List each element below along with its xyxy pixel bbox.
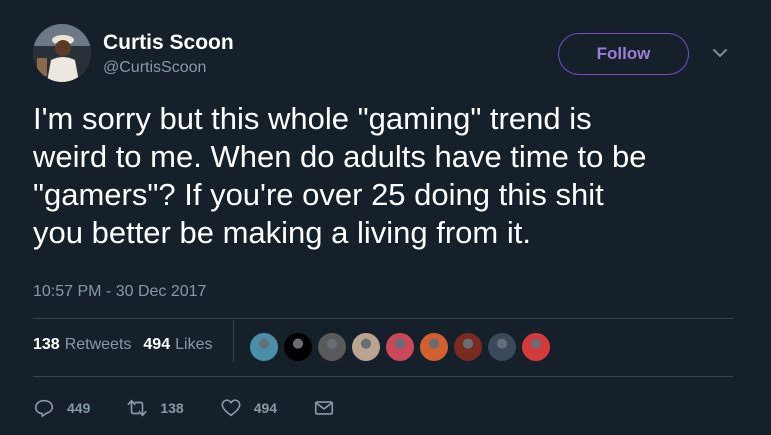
liker-avatar[interactable] xyxy=(419,332,449,362)
reply-icon xyxy=(34,399,54,418)
likes-count: 494 xyxy=(143,336,171,353)
display-name[interactable]: Curtis Scoon xyxy=(103,30,234,56)
tweet-header: Curtis Scoon @CurtisScoon Follow xyxy=(33,24,739,88)
tweet-stats: 138 Retweets 494 Likes xyxy=(33,330,224,360)
liker-avatar[interactable] xyxy=(351,332,381,362)
divider-top xyxy=(33,318,733,319)
liker-avatar[interactable] xyxy=(317,332,347,362)
likes-label: Likes xyxy=(175,336,213,353)
divider-bottom xyxy=(33,376,733,377)
handle[interactable]: @CurtisScoon xyxy=(103,58,234,78)
reply-count: 449 xyxy=(67,400,91,416)
tweet-actions: 449 138 494 xyxy=(33,395,371,421)
like-button[interactable]: 494 xyxy=(220,397,277,419)
likers-list xyxy=(249,332,555,362)
heart-icon xyxy=(221,399,241,417)
likes-stat[interactable]: 494 Likes xyxy=(143,336,212,354)
stats-separator xyxy=(233,320,234,362)
retweet-icon xyxy=(127,399,147,417)
liker-avatar[interactable] xyxy=(453,332,483,362)
retweets-label: Retweets xyxy=(64,336,132,353)
liker-avatar[interactable] xyxy=(283,332,313,362)
liker-avatar[interactable] xyxy=(249,332,279,362)
retweet-button[interactable]: 138 xyxy=(126,397,184,419)
retweets-count: 138 xyxy=(33,336,60,353)
tweet-timestamp[interactable]: 10:57 PM - 30 Dec 2017 xyxy=(33,282,206,302)
tweet-text: I'm sorry but this whole "gaming" trend … xyxy=(33,101,647,250)
liker-avatar[interactable] xyxy=(385,332,415,362)
author-names: Curtis Scoon @CurtisScoon xyxy=(103,30,234,78)
retweets-stat[interactable]: 138 Retweets xyxy=(33,336,131,354)
chevron-down-icon[interactable] xyxy=(711,44,729,62)
follow-button[interactable]: Follow xyxy=(558,33,689,75)
retweet-count: 138 xyxy=(160,400,184,416)
liker-avatar[interactable] xyxy=(487,332,517,362)
avatar[interactable] xyxy=(33,24,91,82)
liker-avatar[interactable] xyxy=(521,332,551,362)
reply-button[interactable]: 449 xyxy=(33,397,90,419)
avatar-image xyxy=(33,24,91,82)
direct-message-button[interactable] xyxy=(313,397,335,419)
like-count: 494 xyxy=(253,400,278,416)
tweet-card: Curtis Scoon @CurtisScoon Follow I'm sor… xyxy=(0,0,771,435)
envelope-icon xyxy=(315,401,334,415)
